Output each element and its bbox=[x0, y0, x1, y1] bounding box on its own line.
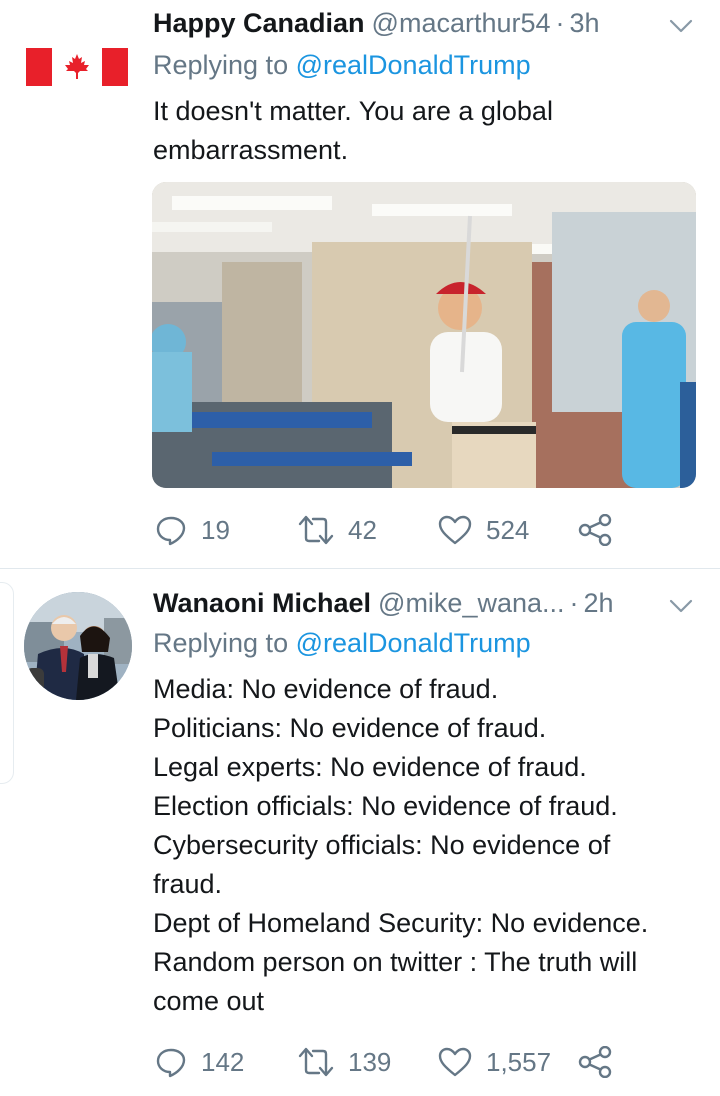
like-count: 524 bbox=[486, 514, 530, 545]
tweet-text-line: Election officials: No evidence of fraud… bbox=[153, 791, 618, 821]
mention-link[interactable]: @realDonaldTrump bbox=[296, 628, 531, 658]
tweet-text-line: embarrassment. bbox=[153, 135, 349, 165]
retweet-count: 42 bbox=[348, 514, 377, 545]
heart-icon bbox=[438, 515, 472, 545]
author-handle[interactable]: @macarthur54 bbox=[372, 8, 551, 39]
chevron-down-icon[interactable] bbox=[668, 16, 694, 36]
tweet-text-line: come out bbox=[153, 986, 265, 1016]
tweet-text-line: It doesn't matter. You are a global bbox=[153, 96, 553, 126]
tweet[interactable]: Happy Canadian @macarthur54 · 3h Replyin… bbox=[0, 0, 720, 568]
share-icon bbox=[578, 1046, 612, 1078]
retweet-button[interactable]: 42 bbox=[298, 510, 377, 550]
replying-to: Replying to @realDonaldTrump bbox=[153, 50, 531, 81]
separator-dot: · bbox=[555, 8, 565, 38]
tweet-actions: 19 42 524 bbox=[153, 510, 713, 550]
profile-photo-icon bbox=[24, 592, 132, 700]
replying-to: Replying to @realDonaldTrump bbox=[153, 628, 531, 659]
retweet-button[interactable]: 139 bbox=[298, 1042, 391, 1082]
tweet[interactable]: Wanaoni Michael @mike_wana... · 2h Reply… bbox=[0, 570, 720, 1096]
author-handle[interactable]: @mike_wana... bbox=[378, 588, 564, 619]
share-icon bbox=[578, 514, 612, 546]
tweet-photo[interactable] bbox=[152, 182, 696, 488]
mention-link[interactable]: @realDonaldTrump bbox=[296, 50, 531, 80]
author-name[interactable]: Wanaoni Michael bbox=[153, 588, 371, 619]
tweet-text-line: Legal experts: No evidence of fraud. bbox=[153, 752, 587, 782]
tweet-divider bbox=[0, 568, 720, 569]
reply-count: 142 bbox=[201, 1046, 245, 1077]
tweet-header: Happy Canadian @macarthur54 · 3h bbox=[153, 8, 600, 42]
tweet-text: It doesn't matter. You are a global emba… bbox=[153, 92, 713, 170]
like-button[interactable]: 524 bbox=[438, 510, 529, 550]
retweet-icon bbox=[298, 1047, 334, 1077]
separator-dot: · bbox=[569, 588, 579, 618]
replying-label: Replying to bbox=[153, 50, 289, 80]
replying-label: Replying to bbox=[153, 628, 289, 658]
tweet-text-line: Dept of Homeland Security: No evidence. bbox=[153, 908, 649, 938]
tweet-text-line: fraud. bbox=[153, 869, 223, 899]
tweet-text: Media: No evidence of fraud. Politicians… bbox=[153, 670, 713, 1021]
like-count: 1,557 bbox=[486, 1046, 552, 1077]
tweet-header: Wanaoni Michael @mike_wana... · 2h bbox=[153, 588, 614, 622]
like-button[interactable]: 1,557 bbox=[438, 1042, 551, 1082]
retweet-count: 139 bbox=[348, 1046, 392, 1077]
reply-count: 19 bbox=[201, 514, 230, 545]
tweet-text-line: Cybersecurity officials: No evidence of bbox=[153, 830, 611, 860]
tweet-actions: 142 139 1,557 bbox=[153, 1042, 713, 1082]
share-button[interactable] bbox=[578, 1042, 626, 1082]
heart-icon bbox=[438, 1047, 472, 1077]
canada-flag-icon[interactable] bbox=[26, 48, 128, 86]
author-name[interactable]: Happy Canadian bbox=[153, 8, 365, 39]
reply-icon bbox=[156, 1048, 186, 1078]
timestamp[interactable]: 3h bbox=[570, 8, 600, 39]
avatar[interactable] bbox=[24, 592, 132, 700]
hospital-golfer-photo-icon bbox=[152, 182, 696, 488]
reply-button[interactable]: 142 bbox=[155, 1042, 244, 1082]
tweet-text-line: Random person on twitter : The truth wil… bbox=[153, 947, 638, 977]
chevron-down-icon[interactable] bbox=[668, 596, 694, 616]
reply-button[interactable]: 19 bbox=[155, 510, 230, 550]
timestamp[interactable]: 2h bbox=[584, 588, 614, 619]
retweet-icon bbox=[298, 515, 334, 545]
reply-icon bbox=[156, 516, 186, 546]
share-button[interactable] bbox=[578, 510, 626, 550]
tweet-text-line: Politicians: No evidence of fraud. bbox=[153, 713, 547, 743]
tweet-text-line: Media: No evidence of fraud. bbox=[153, 674, 499, 704]
